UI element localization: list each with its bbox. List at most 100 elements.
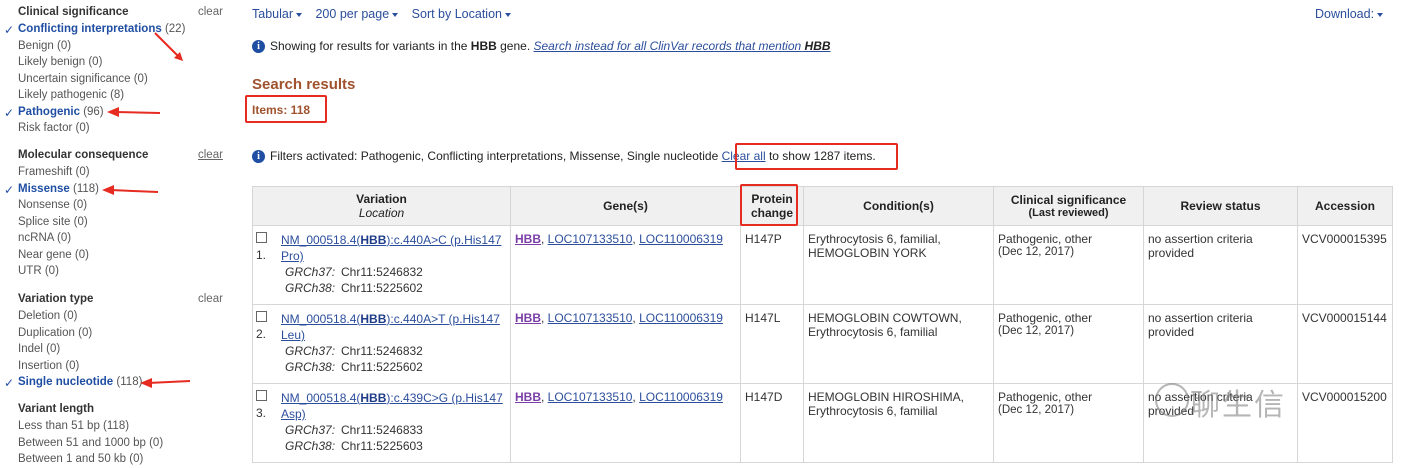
grch37-value: Chr11:5246832 [341, 344, 423, 358]
facet-item[interactable]: Insertion (0) [18, 360, 79, 372]
gene-notice: i Showing for results for variants in the… [252, 39, 831, 54]
variation-link[interactable]: NM_000518.4(HBB):c.440A>C (p.His147Pro) [281, 232, 506, 264]
gene-link-main[interactable]: HBB [515, 390, 541, 404]
protein-change-cell: H147P [740, 225, 804, 305]
gene-link-main[interactable]: HBB [515, 311, 541, 325]
sort-dropdown[interactable]: Sort by Location [412, 7, 511, 21]
facet-item[interactable]: Pathogenic (96) [18, 106, 104, 118]
annotation-box-protein-change [740, 184, 798, 226]
header-clinical-significance[interactable]: Clinical significance (Last reviewed) [993, 186, 1144, 226]
facet-title: Variant length [18, 403, 95, 415]
clinsig-value: Pathogenic, other [998, 390, 1093, 404]
location-grch38: GRCh38: Chr11:5225602 [285, 359, 506, 375]
watermark-text: 聊生信 [1190, 388, 1286, 423]
location-grch37: GRCh37: Chr11:5246832 [285, 343, 506, 359]
format-dropdown[interactable]: Tabular [252, 7, 302, 21]
notice-text-suffix: gene. [500, 39, 531, 53]
variation-link[interactable]: NM_000518.4(HBB):c.439C>G (p.His147Asp) [281, 390, 506, 422]
header-variation[interactable]: Variation Location [252, 186, 511, 226]
facet-item-count: (0) [73, 215, 88, 228]
review-status-cell: no assertion criteria provided [1143, 304, 1298, 384]
location-grch37: GRCh37: Chr11:5246832 [285, 264, 506, 280]
table-header-row: Variation Location Gene(s) Protein change … [252, 186, 1393, 226]
facet-item[interactable]: Benign (0) [18, 40, 71, 52]
header-variation-label: Variation [356, 192, 407, 206]
gene-link[interactable]: LOC107133510 [548, 311, 633, 325]
facet-item[interactable]: UTR (0) [18, 265, 59, 277]
gene-link[interactable]: LOC107133510 [548, 232, 633, 246]
facet-item[interactable]: Single nucleotide (118) [18, 376, 142, 388]
header-genes[interactable]: Gene(s) [510, 186, 741, 226]
variation-prefix: NM_000518.4( [281, 312, 361, 326]
results-toolbar: Tabular 200 per page Sort by Location [252, 7, 521, 21]
facet-item-count: (0) [88, 56, 103, 68]
facet-item-label: Duplication [18, 326, 75, 339]
header-review-status[interactable]: Review status [1143, 186, 1298, 226]
gene-link-main[interactable]: HBB [515, 232, 541, 246]
items-count: Items: 118 [252, 103, 311, 117]
variation-prefix: NM_000518.4( [281, 391, 361, 405]
condition-cell: HEMOGLOBIN COWTOWN, Erythrocytosis 6, fa… [803, 304, 994, 384]
facet-item-label: Conflicting interpretations [18, 23, 162, 35]
sort-label: Sort by Location [411, 7, 502, 21]
facet-item[interactable]: ncRNA (0) [18, 232, 71, 244]
download-dropdown[interactable]: Download: [1315, 7, 1384, 21]
location-grch37: GRCh37: Chr11:5246833 [285, 422, 506, 438]
facet-item-count: (0) [149, 436, 164, 449]
facet-item-label: Between 1 and 50 kb [18, 453, 127, 465]
search-results-title: Search results [252, 76, 356, 93]
facet-item[interactable]: Uncertain significance (0) [18, 73, 148, 85]
facet-item-count: (0) [133, 72, 148, 85]
facet-item[interactable]: Indel (0) [18, 343, 60, 355]
gene-link[interactable]: LOC110006319 [639, 232, 723, 246]
variation-prefix: NM_000518.4( [281, 233, 361, 247]
facet-item[interactable]: Splice site (0) [18, 216, 88, 228]
facet-item-count: (96) [83, 105, 104, 118]
clear-variation-type-link[interactable]: clear [198, 293, 223, 305]
facet-item[interactable]: Less than 51 bp (118) [18, 420, 129, 432]
facet-item-count: (118) [103, 420, 130, 432]
annotation-arrow [154, 32, 183, 61]
last-reviewed-date: (Dec 12, 2017) [998, 325, 1075, 337]
row-checkbox[interactable] [256, 232, 267, 243]
facet-item[interactable]: Likely benign (0) [18, 56, 102, 68]
gene-link[interactable]: LOC110006319 [639, 390, 723, 404]
facet-item[interactable]: Frameshift (0) [18, 166, 90, 178]
facet-item-count: (0) [74, 248, 89, 261]
facet-item-count: (0) [46, 343, 61, 355]
facet-item[interactable]: Duplication (0) [18, 327, 92, 339]
facet-item[interactable]: Deletion (0) [18, 310, 77, 322]
facet-item-label: Likely pathogenic [18, 89, 107, 101]
annotation-box-clear-all [735, 143, 898, 170]
row-checkbox[interactable] [256, 311, 267, 322]
clinical-significance-cell: Pathogenic, other (Dec 12, 2017) [993, 383, 1144, 463]
header-accession[interactable]: Accession [1297, 186, 1393, 226]
search-all-link-gene: HBB [804, 39, 831, 53]
facet-item[interactable]: Nonsense (0) [18, 199, 87, 211]
gene-link[interactable]: LOC107133510 [548, 390, 633, 404]
clinical-significance-cell: Pathogenic, other (Dec 12, 2017) [993, 225, 1144, 305]
facet-item[interactable]: Between 51 and 1000 bp (0) [18, 437, 163, 449]
row-checkbox[interactable] [256, 390, 267, 401]
variation-link[interactable]: NM_000518.4(HBB):c.440A>T (p.His147Leu) [281, 311, 506, 343]
facet-item[interactable]: Risk factor (0) [18, 122, 90, 134]
facet-item[interactable]: Near gene (0) [18, 249, 89, 261]
facet-item[interactable]: Missense (118) [18, 183, 99, 195]
facet-item-count: (0) [75, 122, 90, 134]
facet-item[interactable]: Between 1 and 50 kb (0) [18, 453, 143, 465]
search-all-link[interactable]: Search instead for all ClinVar records t… [534, 39, 831, 53]
review-status-cell: no assertion criteria provided [1143, 225, 1298, 305]
condition-cell: Erythrocytosis 6, familial, HEMOGLOBIN Y… [803, 225, 994, 305]
gene-link[interactable]: LOC110006319 [639, 311, 723, 325]
clear-molecular-link[interactable]: clear [198, 149, 223, 161]
grch38-label: GRCh38: [285, 439, 336, 453]
clear-clinical-link[interactable]: clear [198, 6, 223, 18]
per-page-dropdown[interactable]: 200 per page [315, 7, 399, 21]
facet-item[interactable]: Likely pathogenic (8) [18, 89, 124, 101]
location-grch38: GRCh38: Chr11:5225602 [285, 280, 506, 296]
facet-title: Variation type [18, 293, 94, 305]
genes-cell: HBB, LOC107133510, LOC110006319 [510, 383, 741, 463]
genes-cell: HBB, LOC107133510, LOC110006319 [510, 225, 741, 305]
variation-cell: 1. NM_000518.4(HBB):c.440A>C (p.His147Pro… [252, 225, 511, 305]
header-conditions[interactable]: Condition(s) [803, 186, 994, 226]
